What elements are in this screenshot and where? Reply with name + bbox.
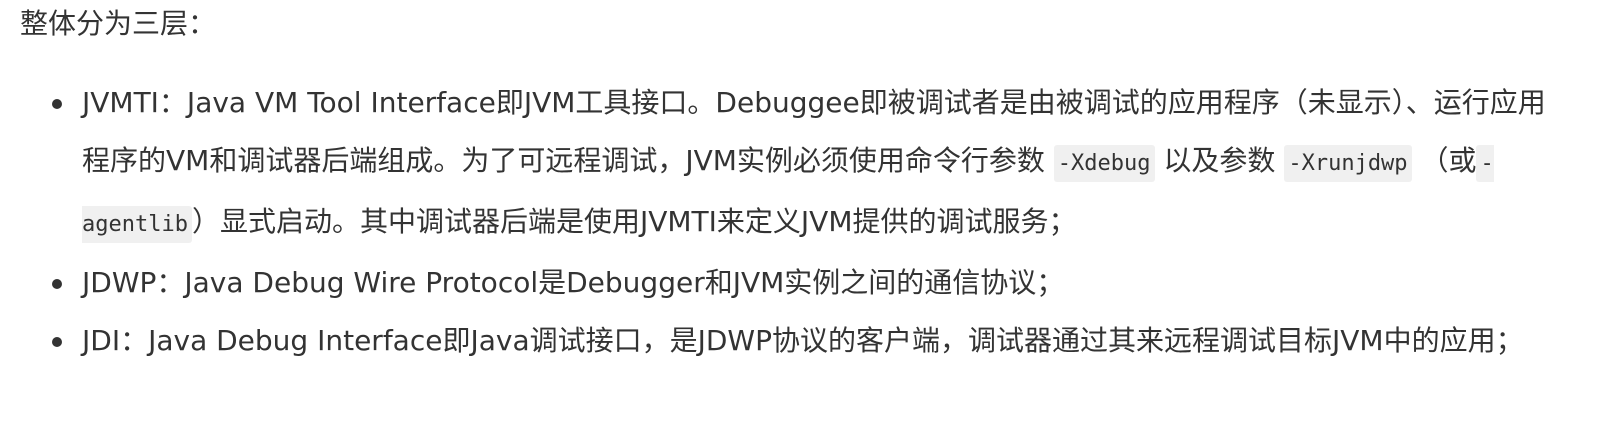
intro-text: 整体分为三层： [20,7,217,40]
list-item-jvmti: JVMTI：Java VM Tool Interface即JVM工具接口。Deb… [52,74,1566,254]
list-item-jdwp: JDWP：Java Debug Wire Protocol是Debugger和J… [52,254,1566,312]
bullet-icon [52,99,62,109]
jvmti-text-part2: 以及参数 [1163,144,1276,177]
list-item-jdi: JDI：Java Debug Interface即Java调试接口，是JDWP协… [52,312,1566,370]
jvmti-text-part3: （或 [1420,144,1477,177]
jdwp-text: JDWP：Java Debug Wire Protocol是Debugger和J… [82,266,1065,299]
bullet-icon [52,279,62,289]
jdi-text: JDI：Java Debug Interface即Java调试接口，是JDWP协… [82,324,1524,357]
bullet-icon [52,337,62,347]
document-page: 整体分为三层： JVMTI：Java VM Tool Interface即JVM… [0,4,1606,428]
code-xrunjdwp: -Xrunjdwp [1284,145,1412,182]
code-xdebug: -Xdebug [1053,145,1155,182]
layer-list: JVMTI：Java VM Tool Interface即JVM工具接口。Deb… [20,74,1566,370]
jvmti-text-part4: ）显式启动。其中调试器后端是使用JVMTI来定义JVM提供的调试服务； [191,205,1077,238]
